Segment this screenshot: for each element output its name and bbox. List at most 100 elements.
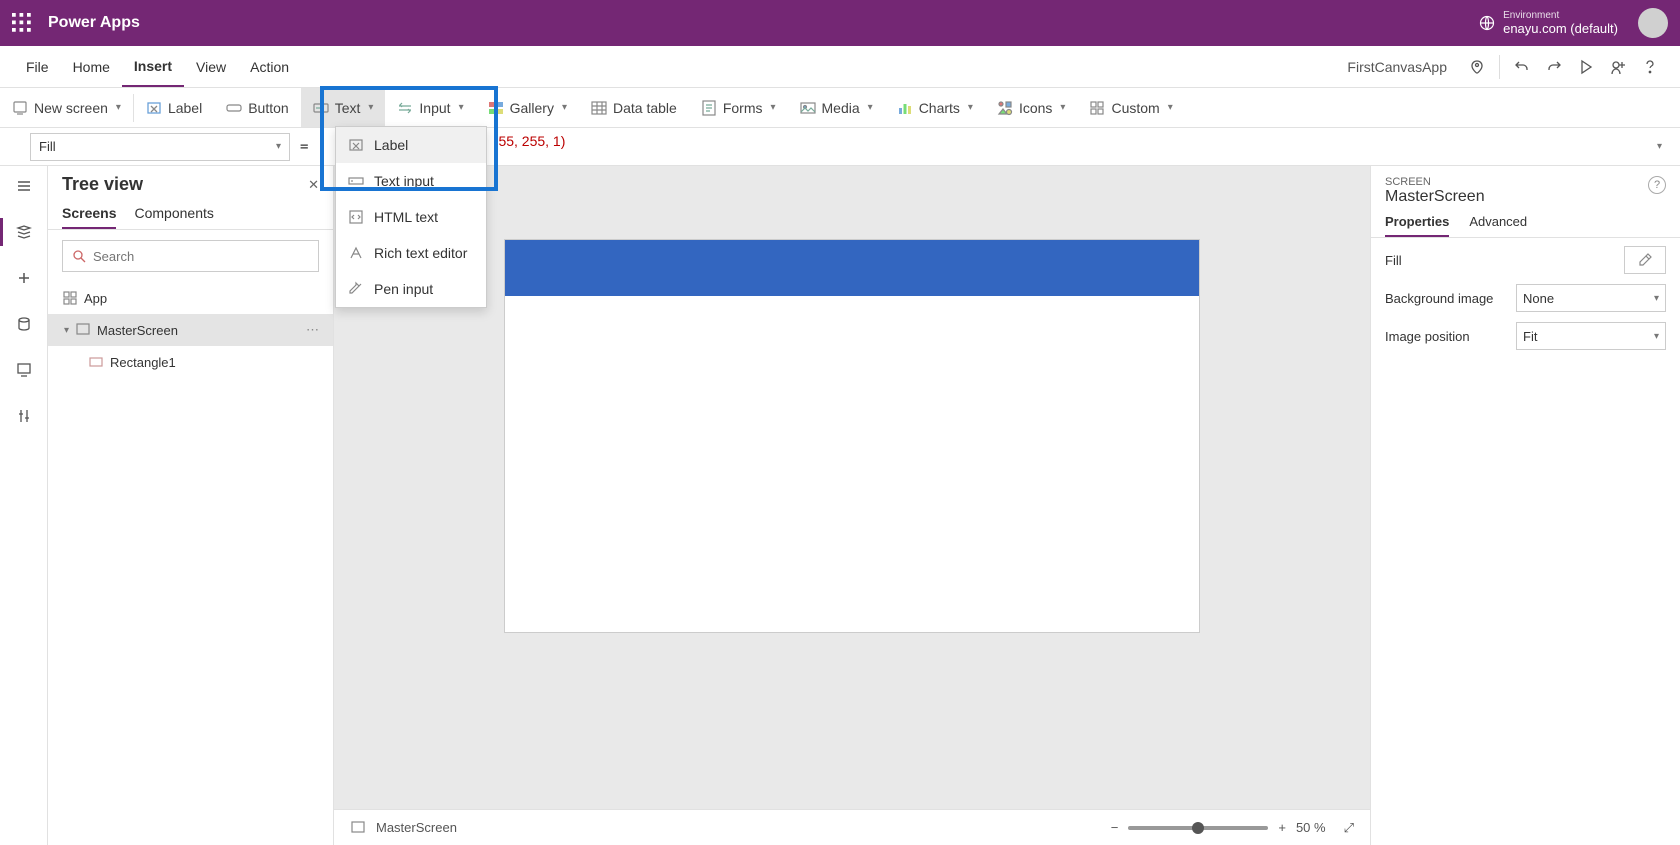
dd-item-html-text[interactable]: HTML text <box>336 199 486 235</box>
dd-label: Rich text editor <box>374 245 467 261</box>
tree-node-masterscreen[interactable]: ▾ MasterScreen ⋯ <box>48 314 333 346</box>
image-position-select[interactable]: Fit ▾ <box>1516 322 1666 350</box>
dd-label: Text input <box>374 173 434 189</box>
share-button[interactable] <box>1602 51 1634 83</box>
custom-icon <box>1089 100 1105 116</box>
redo-button[interactable] <box>1538 51 1570 83</box>
advanced-tools-tab[interactable] <box>12 404 36 428</box>
insert-media-button[interactable]: Media ▾ <box>788 88 885 127</box>
insert-icons-label: Icons <box>1019 100 1052 116</box>
prop-label: Background image <box>1385 291 1493 306</box>
table-icon <box>591 100 607 116</box>
tree-node-more[interactable]: ⋯ <box>306 322 319 338</box>
insert-button-button[interactable]: Button <box>214 88 300 127</box>
environment-info[interactable]: Environment enayu.com (default) <box>1503 10 1618 36</box>
text-input-icon <box>348 173 364 189</box>
insert-input-button[interactable]: Input ▾ <box>385 88 475 127</box>
insert-button-label: Button <box>248 100 288 116</box>
forms-icon <box>701 100 717 116</box>
formula-bar: Fill ▾ = 55, 255, 1) ▾ <box>0 128 1680 166</box>
hamburger-icon[interactable] <box>12 174 36 198</box>
gallery-icon <box>488 100 504 116</box>
tree-close-button[interactable]: ✕ <box>308 177 319 193</box>
insert-media-label: Media <box>822 100 860 116</box>
help-button[interactable] <box>1634 51 1666 83</box>
new-screen-button[interactable]: New screen ▾ <box>0 88 133 127</box>
menu-action[interactable]: Action <box>238 46 301 87</box>
chevron-down-icon: ▾ <box>1654 331 1659 342</box>
screen-icon <box>75 322 91 338</box>
prop-row-fill: Fill <box>1385 246 1666 274</box>
canvas-viewport[interactable] <box>334 166 1370 809</box>
insert-text-button[interactable]: Text ▾ <box>301 88 386 127</box>
equals-sign: = <box>300 139 308 155</box>
insert-custom-button[interactable]: Custom ▾ <box>1077 88 1184 127</box>
screen-preview[interactable] <box>505 240 1199 632</box>
tree-search[interactable] <box>62 240 319 272</box>
menu-insert[interactable]: Insert <box>122 46 184 87</box>
tree-node-rectangle[interactable]: Rectangle1 <box>48 346 333 378</box>
property-selector[interactable]: Fill ▾ <box>30 133 290 161</box>
fit-to-screen-button[interactable]: ⤢ <box>1344 820 1354 836</box>
dd-item-text-input[interactable]: Text input <box>336 163 486 199</box>
insert-gallery-button[interactable]: Gallery ▾ <box>476 88 579 127</box>
tree-sub-tabs: Screens Components <box>48 199 333 230</box>
text-dropdown-menu: Label Text input HTML text Rich text edi… <box>335 126 487 308</box>
zoom-out-button[interactable]: − <box>1111 820 1119 835</box>
menu-home[interactable]: Home <box>61 46 122 87</box>
prop-name: MasterScreen <box>1385 188 1485 206</box>
media-icon <box>800 100 816 116</box>
formula-expand-button[interactable]: ▾ <box>1657 141 1662 152</box>
prop-tab-advanced[interactable]: Advanced <box>1469 208 1527 237</box>
tree-view-tab[interactable] <box>12 220 36 244</box>
waffle-icon[interactable] <box>12 13 32 33</box>
insert-charts-button[interactable]: Charts ▾ <box>885 88 985 127</box>
zoom-value: 50 % <box>1296 820 1326 835</box>
insert-datatable-button[interactable]: Data table <box>579 88 689 127</box>
insert-forms-button[interactable]: Forms ▾ <box>689 88 788 127</box>
fill-color-picker[interactable] <box>1624 246 1666 274</box>
field-value: None <box>1523 291 1554 306</box>
menu-file[interactable]: File <box>14 46 61 87</box>
tree-tab-screens[interactable]: Screens <box>62 199 116 229</box>
formula-input[interactable]: 55, 255, 1) <box>318 133 1645 161</box>
zoom-slider[interactable] <box>1128 826 1268 830</box>
data-tab[interactable] <box>12 312 36 336</box>
insert-icons-button[interactable]: Icons ▾ <box>985 88 1078 127</box>
chevron-down-icon: ▾ <box>868 102 873 113</box>
prop-label: Fill <box>1385 253 1402 268</box>
canvas-area: MasterScreen − + 50 % ⤢ <box>334 166 1370 845</box>
button-icon <box>226 100 242 116</box>
canvas-footer: MasterScreen − + 50 % ⤢ <box>334 809 1370 845</box>
tree-search-input[interactable] <box>93 249 310 264</box>
tree-title: Tree view <box>62 174 143 195</box>
prop-tab-properties[interactable]: Properties <box>1385 208 1449 237</box>
dd-item-rich-text[interactable]: Rich text editor <box>336 235 486 271</box>
zoom-in-button[interactable]: + <box>1278 820 1286 835</box>
undo-button[interactable] <box>1506 51 1538 83</box>
media-tab[interactable] <box>12 358 36 382</box>
dd-item-label[interactable]: Label <box>336 127 486 163</box>
rich-text-icon <box>348 245 364 261</box>
input-icon <box>397 100 413 116</box>
prop-help-icon[interactable]: ? <box>1648 176 1666 194</box>
app-checker-icon[interactable] <box>1461 51 1493 83</box>
dd-item-pen-input[interactable]: Pen input <box>336 271 486 307</box>
insert-tab[interactable] <box>12 266 36 290</box>
insert-charts-label: Charts <box>919 100 960 116</box>
html-text-icon <box>348 209 364 225</box>
play-button[interactable] <box>1570 51 1602 83</box>
menu-view[interactable]: View <box>184 46 238 87</box>
main-area: Tree view ✕ Screens Components App ▾ Mas… <box>0 166 1680 845</box>
env-label: Environment <box>1503 10 1618 21</box>
tree-node-app[interactable]: App <box>48 282 333 314</box>
text-icon <box>313 100 329 116</box>
tree-tab-components[interactable]: Components <box>134 199 213 229</box>
dd-label: HTML text <box>374 209 438 225</box>
chevron-down-icon: ▾ <box>368 102 373 113</box>
insert-label-button[interactable]: Label <box>134 88 214 127</box>
user-avatar[interactable] <box>1638 8 1668 38</box>
insert-forms-label: Forms <box>723 100 763 116</box>
rectangle1-preview[interactable] <box>505 240 1199 296</box>
bg-image-select[interactable]: None ▾ <box>1516 284 1666 312</box>
